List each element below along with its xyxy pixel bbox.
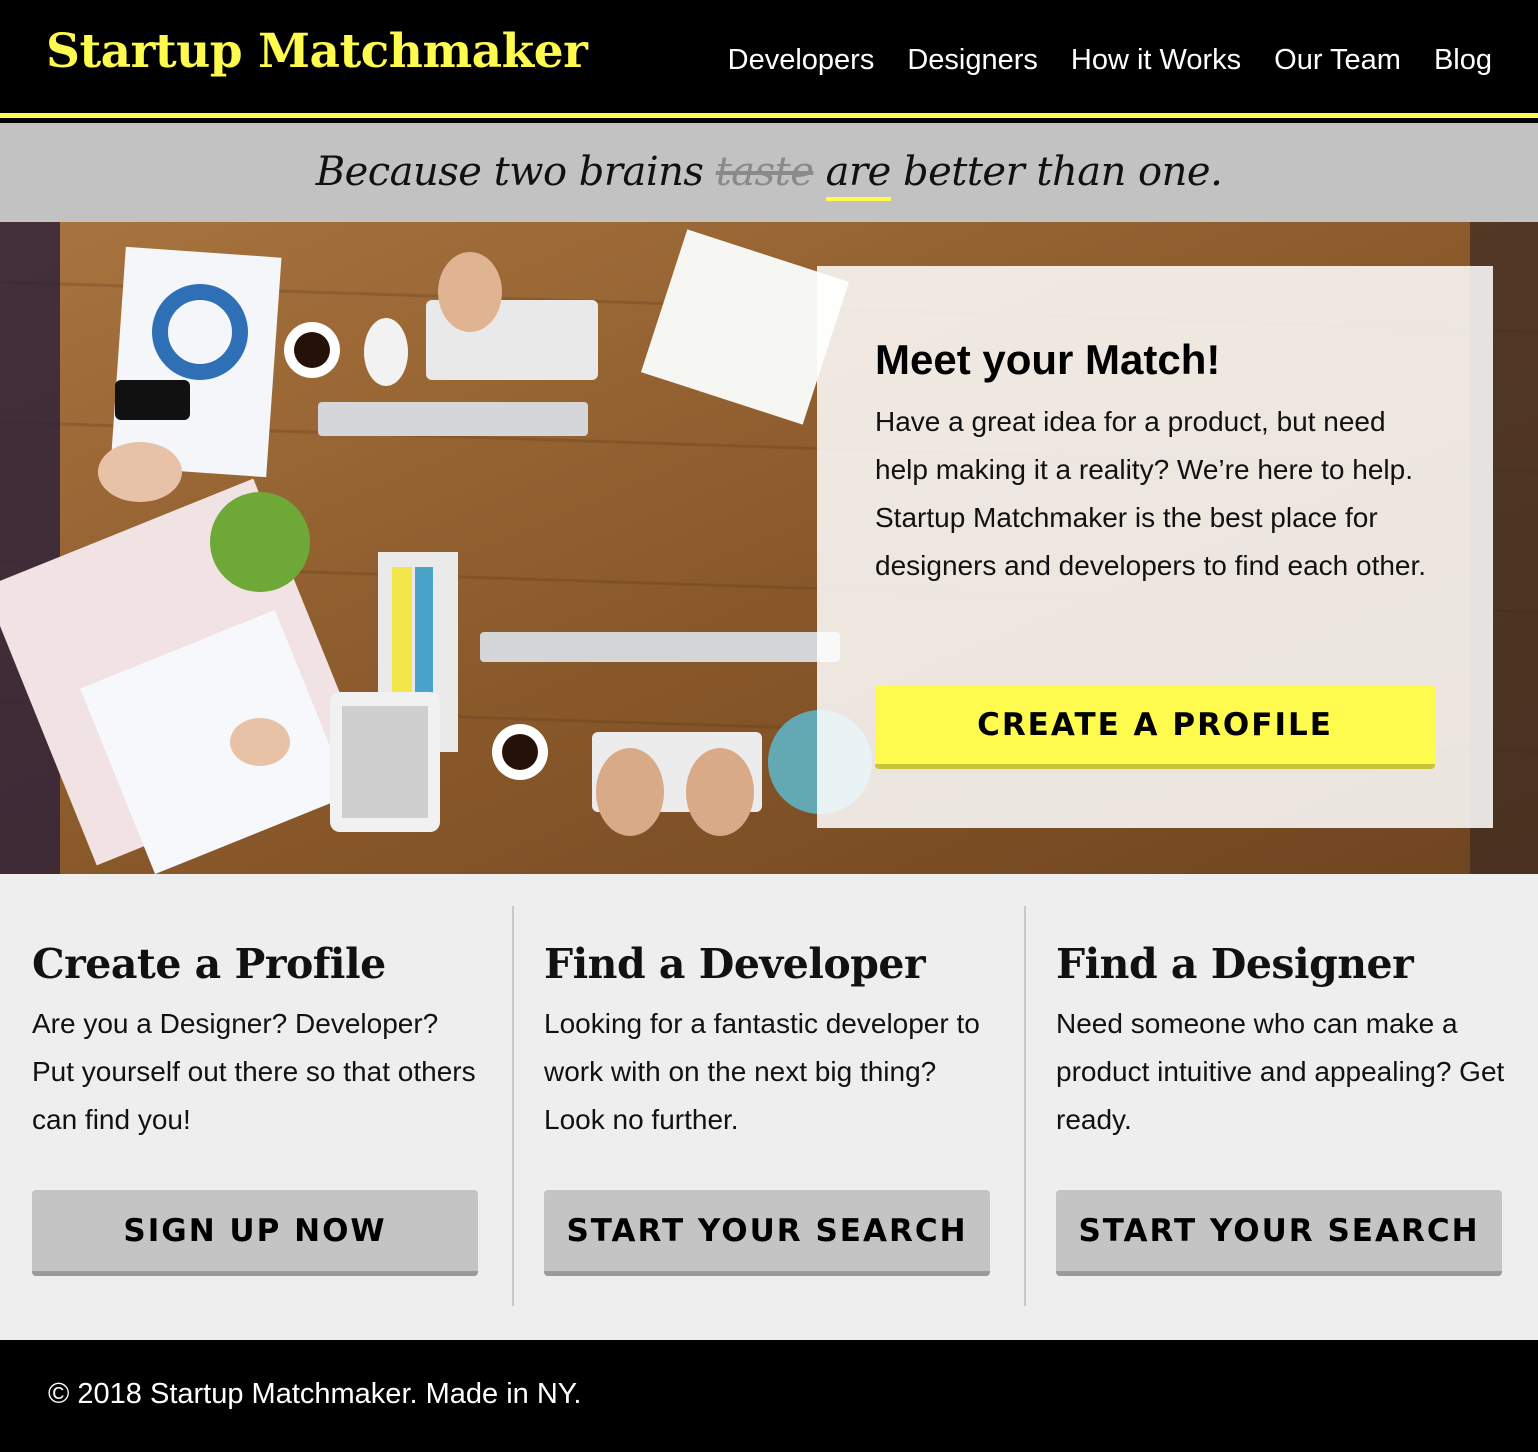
sign-up-button[interactable]: SIGN UP NOW xyxy=(32,1190,478,1276)
tagline-struck-word: taste xyxy=(715,149,814,195)
search-designers-button[interactable]: START YOUR SEARCH xyxy=(1056,1190,1502,1276)
nav-link-how-it-works[interactable]: How it Works xyxy=(1071,44,1241,77)
feature-title: Find a Designer xyxy=(1056,940,1414,988)
hero-title: Meet your Match! xyxy=(875,336,1221,383)
features-section: Create a Profile Are you a Designer? Dev… xyxy=(0,874,1538,1340)
feature-find-designer: Find a Designer Need someone who can mak… xyxy=(1024,906,1536,1306)
nav-link-blog[interactable]: Blog xyxy=(1434,44,1492,77)
nav-link-developers[interactable]: Developers xyxy=(728,44,875,77)
tagline-text-before: Because two brains xyxy=(315,149,716,195)
footer-copyright: © 2018 Startup Matchmaker. Made in NY. xyxy=(48,1378,582,1410)
site-header: Startup Matchmaker Developers Designers … xyxy=(0,0,1538,118)
tagline-highlighted-word: are xyxy=(825,149,891,201)
feature-title: Create a Profile xyxy=(32,940,386,988)
feature-create-profile: Create a Profile Are you a Designer? Dev… xyxy=(0,906,512,1306)
nav-link-designers[interactable]: Designers xyxy=(907,44,1038,77)
search-developers-button[interactable]: START YOUR SEARCH xyxy=(544,1190,990,1276)
feature-description: Looking for a fantastic developer to wor… xyxy=(544,1008,980,1135)
site-logo[interactable]: Startup Matchmaker xyxy=(46,24,588,79)
hero-description: Have a great idea for a product, but nee… xyxy=(875,406,1427,581)
tagline-banner: Because two brains taste are better than… xyxy=(0,123,1538,222)
main-nav: Developers Designers How it Works Our Te… xyxy=(728,44,1492,77)
feature-find-developer: Find a Developer Looking for a fantastic… xyxy=(512,906,1024,1306)
nav-link-our-team[interactable]: Our Team xyxy=(1274,44,1401,77)
feature-description: Are you a Designer? Developer? Put yours… xyxy=(32,1008,476,1135)
hero-section: Meet your Match! Have a great idea for a… xyxy=(0,222,1538,874)
feature-title: Find a Developer xyxy=(544,940,926,988)
tagline-text-after: better than one. xyxy=(890,149,1223,195)
hero-card: Meet your Match! Have a great idea for a… xyxy=(817,266,1493,828)
site-footer: © 2018 Startup Matchmaker. Made in NY. xyxy=(0,1340,1538,1452)
feature-description: Need someone who can make a product intu… xyxy=(1056,1008,1505,1135)
create-profile-button[interactable]: CREATE A PROFILE xyxy=(875,685,1435,769)
